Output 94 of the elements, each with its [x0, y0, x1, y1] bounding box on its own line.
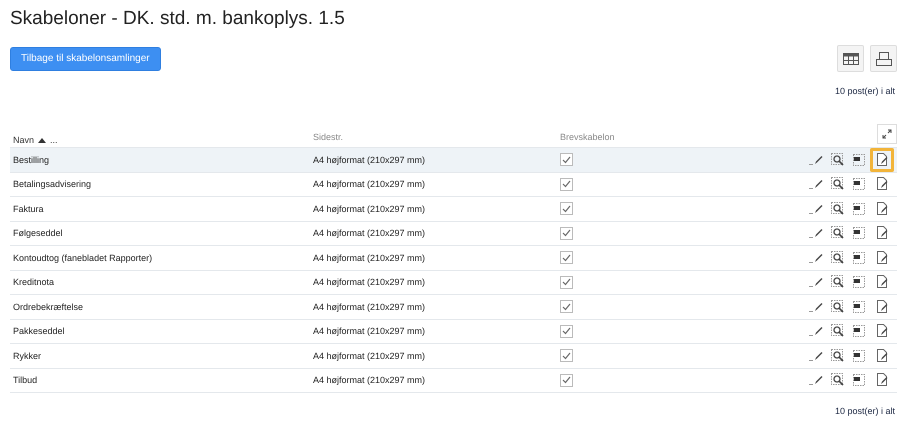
table-view-button[interactable] — [837, 45, 864, 72]
template-name: Bestilling — [13, 154, 50, 165]
template-name: Tilbud — [13, 375, 38, 386]
expand-icon — [882, 129, 892, 139]
template-name: Følgeseddel — [13, 228, 63, 238]
preview-icon[interactable] — [831, 152, 845, 167]
page-size: A4 højformat (210x297 mm) — [313, 350, 426, 361]
template-name: Kontoudtog (fanebladet Rapporter) — [13, 252, 152, 263]
layout-icon[interactable] — [853, 154, 865, 166]
layout-icon[interactable] — [853, 374, 865, 386]
preview-icon[interactable] — [831, 373, 845, 388]
table-row[interactable]: Kreditnota A4 højformat (210x297 mm) — [10, 270, 897, 295]
table-row[interactable]: Rykker A4 højformat (210x297 mm) — [10, 344, 897, 368]
letter-checkbox[interactable] — [560, 178, 573, 191]
table-row[interactable]: Betalingsadvisering A4 højformat (210x297 mm) — [10, 172, 897, 197]
document-edit-icon — [876, 177, 888, 192]
preview-icon[interactable] — [831, 250, 845, 265]
document-edit-icon — [876, 300, 888, 314]
page-size: A4 højformat (210x297 mm) — [313, 302, 426, 312]
preview-icon[interactable] — [831, 348, 845, 363]
edit-icon[interactable] — [809, 277, 823, 288]
layout-icon[interactable] — [853, 325, 865, 338]
record-count: 10 post(er) i alt — [834, 86, 896, 96]
preview-icon[interactable] — [831, 275, 845, 290]
column-header[interactable]: Navn — [13, 135, 34, 145]
letter-checkbox[interactable] — [560, 374, 573, 387]
page-size: A4 højformat (210x297 mm) — [313, 326, 426, 336]
edit-icon[interactable] — [809, 179, 823, 190]
template-name: Faktura — [13, 204, 44, 214]
preview-icon[interactable] — [831, 202, 845, 216]
document-edit-icon — [876, 275, 888, 290]
expand-button[interactable] — [877, 124, 897, 144]
template-name: Kreditnota — [13, 277, 54, 288]
document-edit-icon — [876, 348, 888, 363]
table-row[interactable]: Ordrebekræftelse A4 højformat (210x297 mm) — [10, 295, 897, 320]
letter-checkbox[interactable] — [560, 276, 573, 289]
letter-checkbox[interactable] — [560, 153, 573, 166]
document-edit-icon — [876, 324, 888, 338]
letter-checkbox[interactable] — [560, 349, 573, 362]
layout-icon[interactable] — [853, 178, 865, 190]
page-size: A4 højformat (210x297 mm) — [313, 204, 426, 214]
edit-icon[interactable] — [809, 252, 823, 263]
column-header: Sidestr. — [313, 132, 344, 142]
page-size: A4 højformat (210x297 mm) — [313, 228, 426, 238]
edit-icon[interactable] — [809, 326, 823, 336]
layout-icon[interactable] — [853, 252, 865, 264]
edit-icon[interactable] — [809, 375, 823, 386]
template-name: Betalingsadvisering — [13, 179, 92, 190]
letter-checkbox[interactable] — [560, 251, 573, 264]
page-size: A4 højformat (210x297 mm) — [313, 154, 426, 165]
table-row[interactable]: Bestilling A4 højformat (210x297 mm) — [10, 148, 897, 172]
edit-icon[interactable] — [809, 154, 823, 165]
edit-icon[interactable] — [809, 228, 823, 238]
template-name: Ordrebekræftelse — [13, 302, 84, 312]
letter-checkbox[interactable] — [560, 202, 573, 216]
document-edit-icon — [876, 152, 888, 167]
layout-icon[interactable] — [853, 202, 865, 215]
template-name: Pakkeseddel — [13, 326, 65, 336]
print-button[interactable] — [870, 45, 897, 72]
template-name: Rykker — [13, 350, 42, 361]
document-edit-icon — [876, 202, 888, 216]
column-header: Brevskabelon — [560, 132, 615, 142]
edit-icon[interactable] — [809, 350, 823, 361]
printer-icon — [874, 50, 892, 66]
document-edit-icon — [876, 373, 888, 388]
page-size: A4 højformat (210x297 mm) — [313, 277, 426, 288]
table-row[interactable]: Pakkeseddel A4 højformat (210x297 mm) — [10, 320, 897, 344]
letter-checkbox[interactable] — [560, 300, 573, 314]
edit-icon[interactable] — [809, 204, 823, 214]
record-count: 10 post(er) i alt — [834, 406, 896, 416]
preview-icon[interactable] — [831, 324, 845, 338]
document-edit-button[interactable] — [870, 148, 894, 172]
letter-checkbox[interactable] — [560, 324, 573, 338]
table-row[interactable]: Kontoudtog (fanebladet Rapporter) A4 højformat (210x297 mm) — [10, 246, 897, 270]
page-size: A4 højformat (210x297 mm) — [313, 252, 426, 263]
preview-icon[interactable] — [831, 177, 845, 192]
layout-icon[interactable] — [853, 227, 865, 240]
layout-icon[interactable] — [853, 300, 865, 313]
page-title: Skabeloner - DK. std. m. bankoplys. 1.5 — [10, 8, 346, 30]
edit-icon[interactable] — [809, 302, 823, 312]
page-size: A4 højformat (210x297 mm) — [313, 375, 426, 386]
table-row[interactable]: Faktura A4 højformat (210x297 mm) — [10, 197, 897, 222]
table-row[interactable]: Tilbud A4 højformat (210x297 mm) — [10, 368, 897, 393]
document-edit-icon — [876, 226, 888, 240]
layout-icon[interactable] — [853, 350, 865, 362]
document-edit-icon — [876, 250, 888, 265]
page-size: A4 højformat (210x297 mm) — [313, 179, 426, 190]
preview-icon[interactable] — [831, 226, 845, 240]
preview-icon[interactable] — [831, 300, 845, 314]
table-row[interactable]: Følgeseddel A4 højformat (210x297 mm) — [10, 222, 897, 246]
layout-icon[interactable] — [853, 276, 865, 288]
letter-checkbox[interactable] — [560, 226, 573, 240]
table-icon — [842, 52, 858, 64]
column-menu[interactable]: ... — [50, 135, 58, 145]
